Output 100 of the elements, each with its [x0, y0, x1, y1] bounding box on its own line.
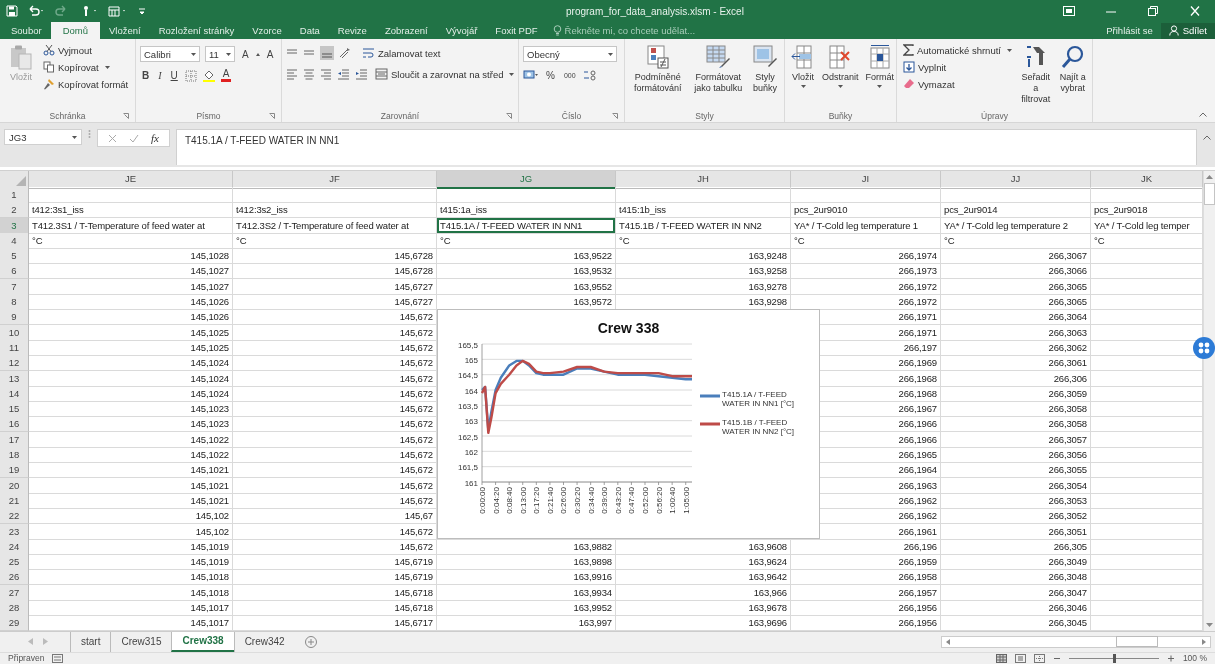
page-layout-icon[interactable] — [1014, 653, 1026, 663]
increase-decimal-icon[interactable] — [582, 69, 597, 81]
copy-button[interactable]: Kopírovat — [41, 60, 131, 74]
tell-me-field[interactable]: Řekněte mi, co chcete udělat... — [564, 25, 725, 36]
ribbon-tab[interactable]: Soubor — [2, 23, 51, 39]
editing-button[interactable]: Najít a vybrat — [1057, 42, 1088, 96]
row-header[interactable]: 22 — [0, 508, 29, 525]
zoom-slider-thumb[interactable] — [1112, 653, 1116, 663]
column-header[interactable]: JI — [791, 171, 941, 189]
scrollbar-thumb[interactable] — [1204, 183, 1215, 205]
cells-button[interactable]: Vložit — [789, 42, 817, 90]
enter-icon[interactable] — [129, 133, 139, 143]
editing-button[interactable]: Seřadit a filtrovat — [1016, 42, 1055, 107]
row-header[interactable]: 8 — [0, 294, 29, 311]
align-bottom-icon[interactable] — [320, 46, 334, 60]
font-color-button[interactable]: A — [220, 69, 232, 82]
touch-mode-icon[interactable] — [81, 5, 99, 17]
row-header[interactable]: 19 — [0, 462, 29, 479]
fill-color-icon[interactable] — [201, 69, 216, 82]
increase-indent-icon[interactable] — [355, 68, 368, 80]
row-header[interactable]: 2 — [0, 202, 29, 219]
ribbon-tab[interactable]: Vzorce — [243, 23, 291, 39]
format-painter-button[interactable]: Kopírovat formát — [41, 77, 131, 91]
percent-button[interactable]: % — [544, 69, 557, 81]
ribbon-tab[interactable]: Rozložení stránky — [149, 23, 244, 39]
share-button[interactable]: Sdílet — [1160, 23, 1215, 39]
underline-button[interactable]: U — [168, 70, 180, 81]
save-icon[interactable] — [6, 5, 18, 17]
align-left-icon[interactable] — [286, 68, 298, 80]
merge-center-button[interactable]: Sloučit a zarovnat na střed — [373, 67, 517, 81]
borders-icon[interactable] — [184, 69, 197, 82]
row-header[interactable]: 9 — [0, 309, 29, 326]
dialog-launcher-icon[interactable] — [123, 112, 129, 119]
collapse-ribbon-icon[interactable] — [1199, 112, 1207, 117]
sheet-tab[interactable]: start — [70, 631, 111, 652]
column-header[interactable]: JE — [29, 171, 233, 189]
dialog-launcher-icon[interactable] — [506, 112, 512, 119]
cells-button[interactable]: Formát — [863, 42, 897, 90]
insert-function-button[interactable]: fx — [151, 132, 159, 144]
scroll-up-icon[interactable] — [1206, 174, 1213, 179]
ribbon-tab[interactable]: Vložení — [100, 23, 150, 39]
row-header[interactable]: 6 — [0, 263, 29, 280]
row-header[interactable]: 29 — [0, 615, 29, 632]
number-format-field[interactable]: Obecný — [523, 46, 617, 62]
style-button[interactable]: Formátovat jako tabulku — [689, 42, 747, 96]
zoom-level[interactable]: 100 % — [1182, 653, 1207, 664]
ribbon-display-icon[interactable] — [1063, 6, 1075, 16]
decrease-indent-icon[interactable] — [337, 68, 350, 80]
column-header[interactable]: JF — [233, 171, 437, 189]
grow-font-button[interactable]: A — [240, 48, 251, 60]
ribbon-tab[interactable]: Foxit PDF — [486, 23, 547, 39]
add-sheet-icon[interactable] — [304, 635, 317, 648]
column-header[interactable]: JJ — [941, 171, 1091, 189]
row-header[interactable]: 25 — [0, 554, 29, 571]
macro-record-icon[interactable] — [52, 653, 64, 663]
dialog-launcher-icon[interactable] — [612, 112, 618, 119]
ribbon-tab[interactable]: Domů — [50, 22, 100, 39]
formula-field[interactable]: T415.1A / T-FEED WATER IN NN1 — [175, 129, 1197, 165]
align-right-icon[interactable] — [320, 68, 332, 80]
scroll-down-icon[interactable] — [1206, 622, 1213, 628]
sheet-tab[interactable]: Crew338 — [171, 631, 234, 652]
ribbon-tab[interactable]: Data — [290, 23, 329, 39]
scroll-right-icon[interactable] — [1202, 638, 1206, 645]
undo-icon[interactable] — [27, 5, 45, 17]
scroll-left-icon[interactable] — [946, 638, 950, 645]
floating-badge-icon[interactable] — [1193, 337, 1215, 359]
normal-view-icon[interactable] — [995, 653, 1007, 663]
clear-button[interactable]: Vymazat — [901, 77, 1014, 91]
fill-button[interactable]: Vyplnit — [901, 60, 1014, 74]
ribbon-tab[interactable]: Zobrazení — [375, 23, 437, 39]
form-icon[interactable] — [108, 5, 128, 17]
font-name-field[interactable]: Calibri — [140, 46, 200, 62]
currency-icon[interactable] — [523, 69, 539, 81]
cells-button[interactable]: Odstranit — [820, 42, 861, 90]
cancel-icon[interactable] — [108, 133, 117, 143]
zoom-in-icon[interactable] — [1166, 653, 1175, 663]
name-box[interactable]: JG3 — [4, 129, 82, 145]
customize-icon[interactable] — [137, 5, 147, 17]
sign-in-link[interactable]: Přihlásit se — [1098, 25, 1161, 39]
row-header[interactable]: 15 — [0, 401, 29, 418]
page-break-icon[interactable] — [1033, 653, 1045, 663]
close-icon[interactable] — [1189, 6, 1201, 16]
dialog-launcher-icon[interactable] — [269, 112, 275, 119]
chart-area[interactable] — [437, 309, 820, 539]
horizontal-scrollbar[interactable] — [941, 635, 1211, 648]
ribbon-tab[interactable]: Vývojář — [436, 23, 487, 39]
align-center-icon[interactable] — [303, 68, 315, 80]
cut-button[interactable]: Vyjmout — [41, 43, 131, 57]
ribbon-tab[interactable]: Revize — [328, 23, 376, 39]
row-header[interactable]: 16 — [0, 416, 29, 433]
font-size-field[interactable]: 11 — [205, 46, 235, 62]
style-button[interactable]: Styly buňky — [750, 42, 780, 96]
row-header[interactable]: 28 — [0, 600, 29, 616]
row-header[interactable]: 1 — [0, 187, 29, 203]
autosum-button[interactable]: Automatické shrnutí — [901, 43, 1014, 57]
row-header[interactable]: 18 — [0, 447, 29, 464]
restore-icon[interactable] — [1147, 6, 1159, 16]
row-header[interactable]: 5 — [0, 248, 29, 265]
row-header[interactable]: 26 — [0, 569, 29, 586]
wrap-text-button[interactable]: Zalamovat text — [360, 46, 443, 60]
